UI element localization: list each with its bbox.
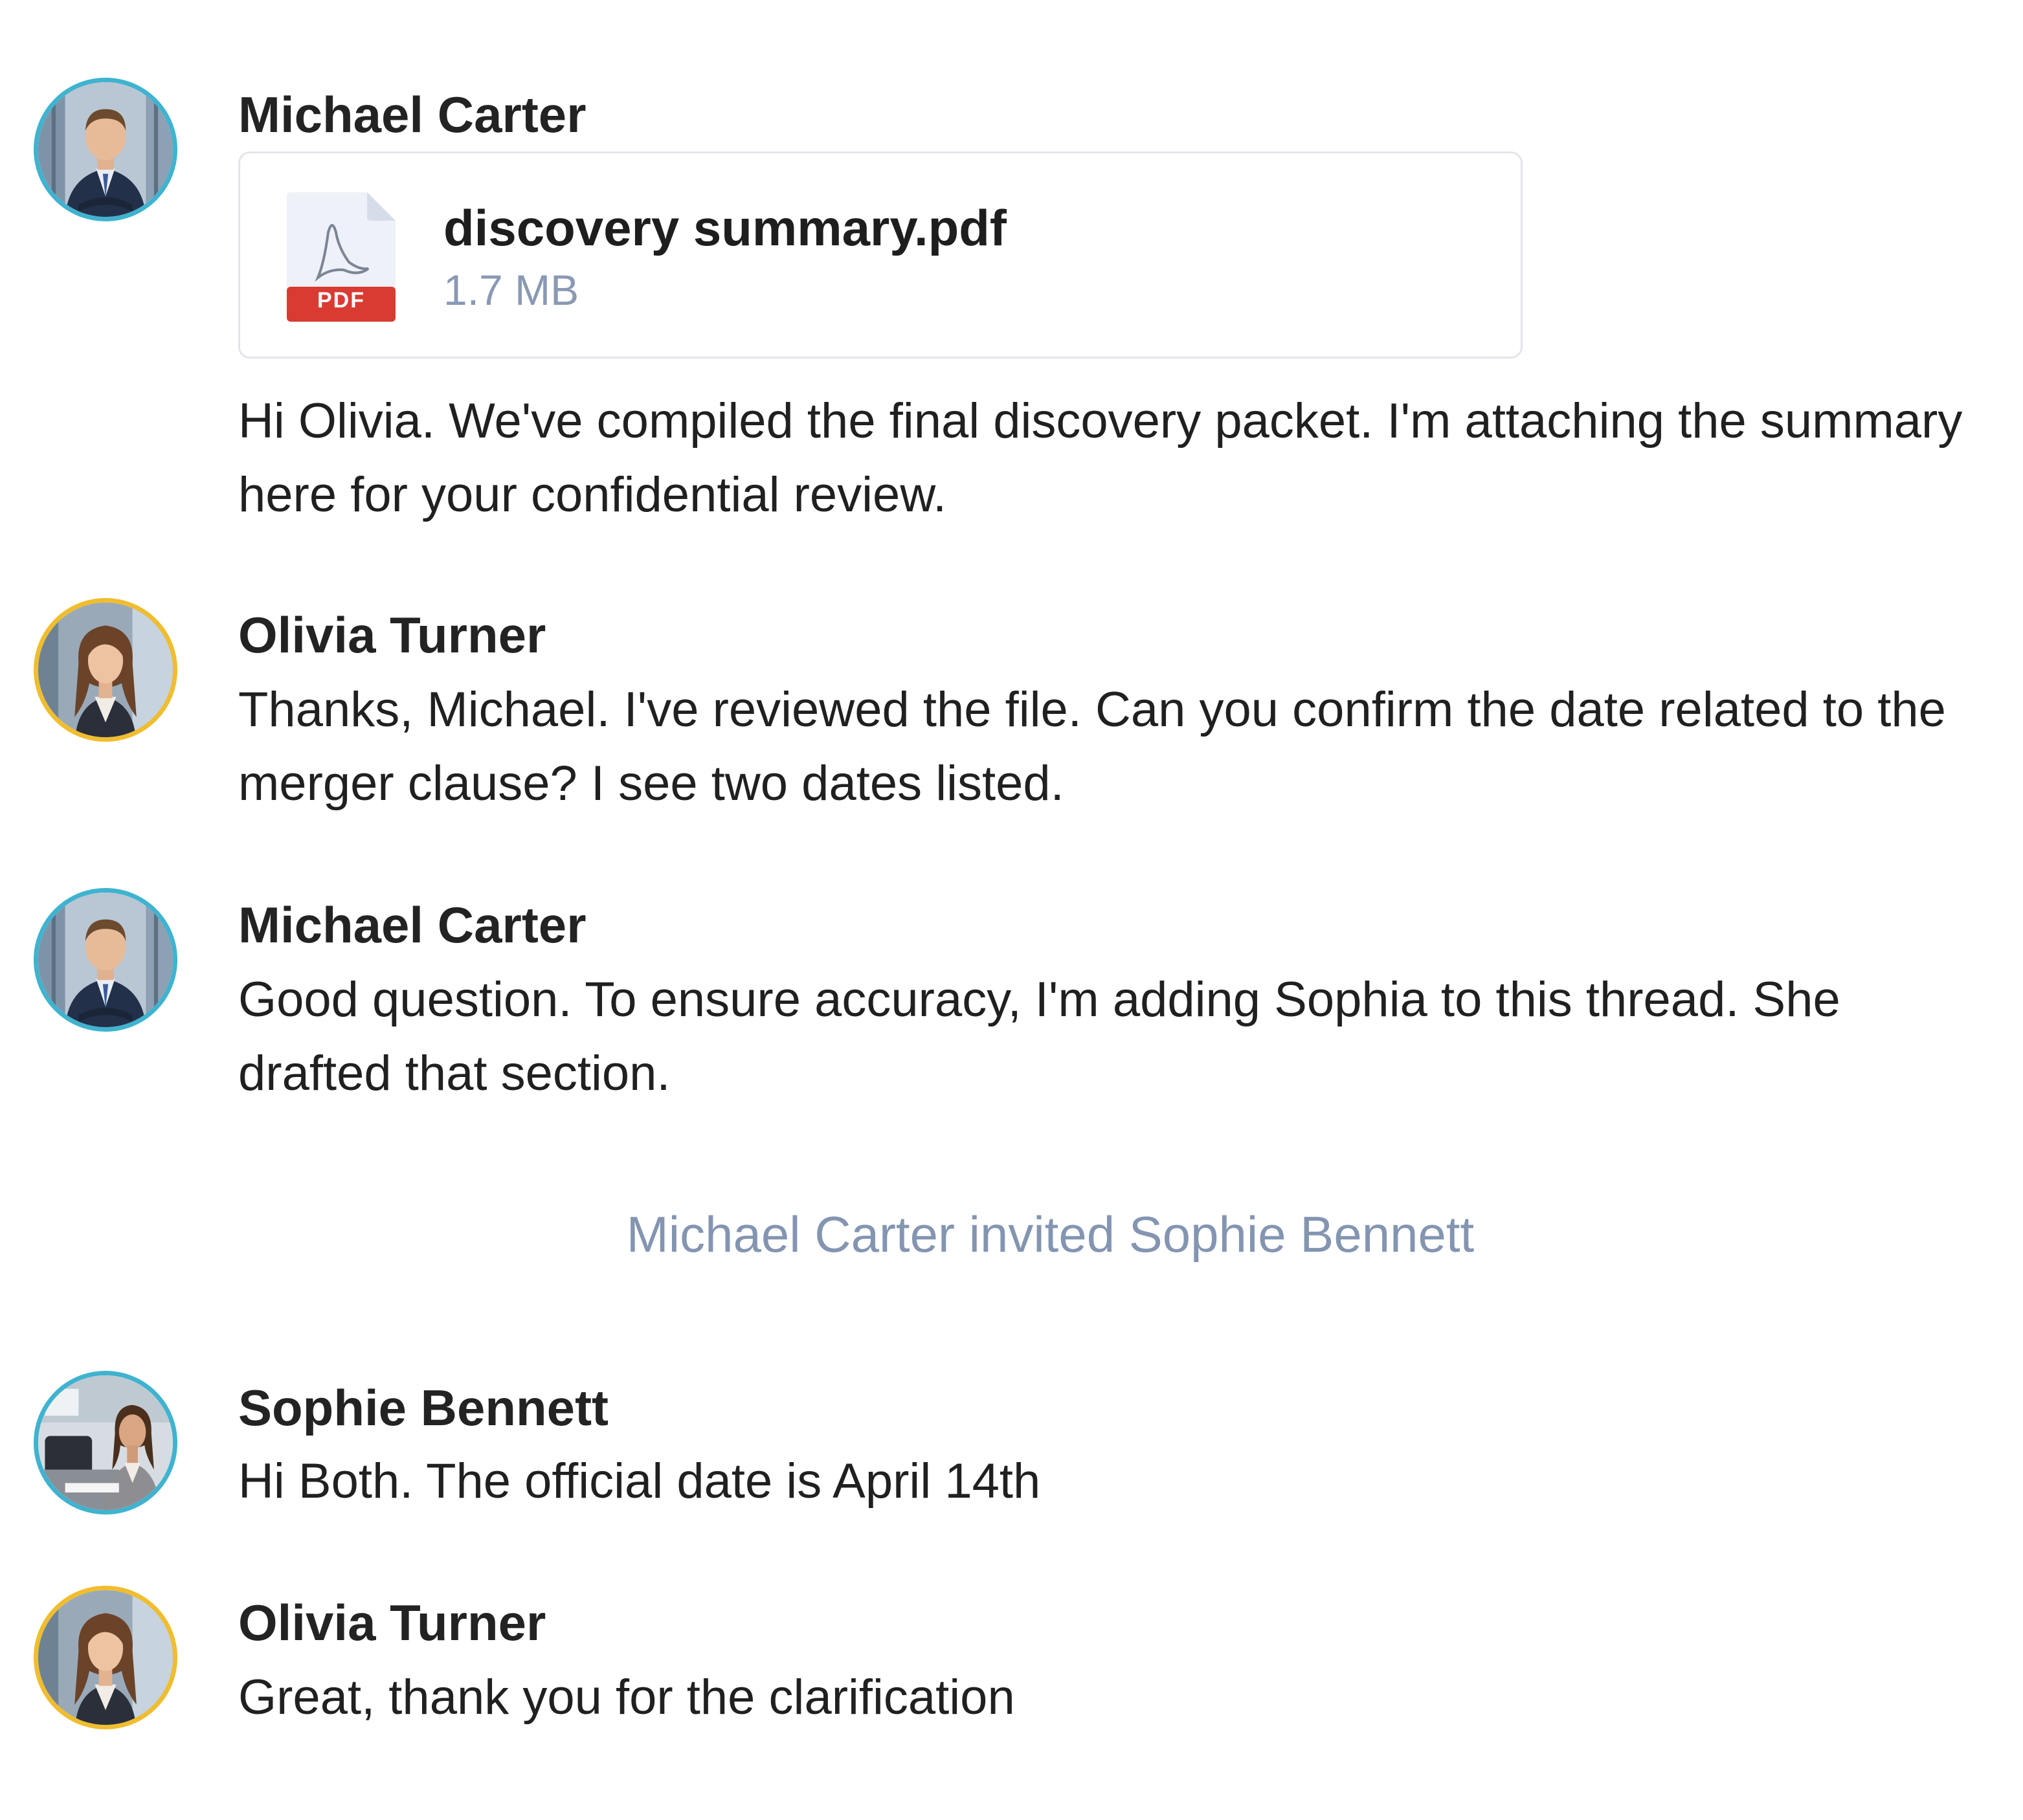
message-text: Hi Olivia. We've compiled the final disc… [238,394,1963,522]
sender-name: Sophie Bennett [238,1379,609,1436]
sender-name: Olivia Turner [238,1594,546,1651]
file-size: 1.7 MB [443,266,579,314]
file-type-label: PDF [317,288,365,313]
file-name[interactable]: discovery summary.pdf [443,203,1007,253]
man-portrait-avatar-icon [38,82,173,217]
avatar[interactable] [34,598,177,742]
avatar[interactable] [34,888,177,1032]
sender-name: Olivia Turner [238,606,546,663]
woman-portrait-avatar-icon [38,1590,173,1725]
woman-at-desk-avatar-icon [38,1375,173,1510]
message-text: Hi Both. The official date is April 14th [238,1454,1041,1509]
sender-name: Michael Carter [238,896,587,953]
message-text: Good question. To ensure accuracy, I'm a… [238,972,1840,1101]
avatar[interactable] [34,1371,177,1515]
sender-name: Michael Carter [238,86,587,143]
man-portrait-avatar-icon [38,893,173,1027]
woman-portrait-avatar-icon [38,603,173,737]
system-note-invite: Michael Carter invited Sophie Bennett [626,1206,1475,1263]
avatar[interactable] [34,78,177,221]
message-text: Thanks, Michael. I've reviewed the file.… [238,682,1946,811]
file-attachment[interactable]: PDF discovery summary.pdf 1.7 MB [238,151,1523,359]
avatar[interactable] [34,1586,177,1729]
message-text: Great, thank you for the clarification [238,1670,1015,1725]
